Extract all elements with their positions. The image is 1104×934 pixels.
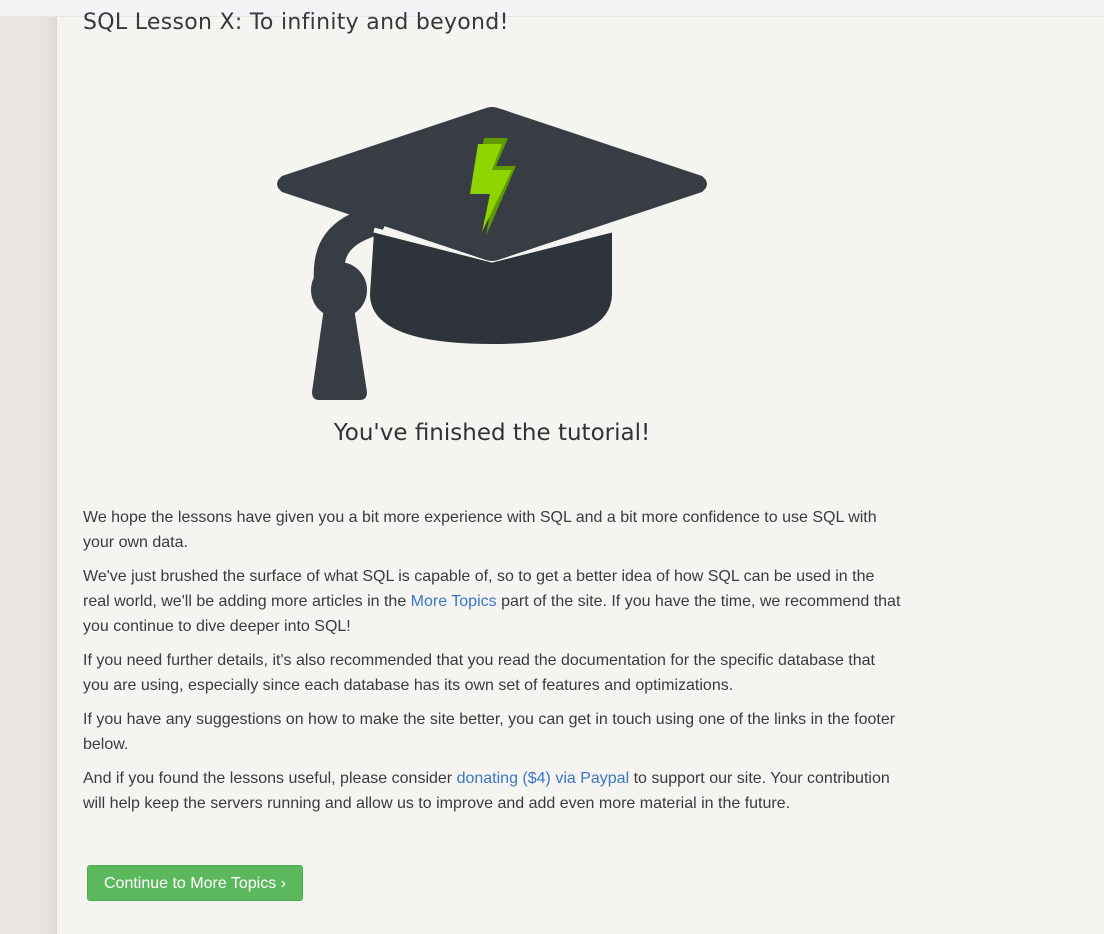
paragraph-5-text-a: And if you found the lessons useful, ple… — [83, 770, 457, 787]
lesson-title: SQL Lesson X: To infinity and beyond! — [83, 10, 509, 35]
paragraph-2: We've just brushed the surface of what S… — [83, 564, 903, 639]
continue-to-more-topics-button[interactable]: Continue to More Topics › — [87, 865, 303, 901]
finished-heading: You've finished the tutorial! — [333, 420, 651, 446]
paragraph-3: If you need further details, it's also r… — [83, 652, 875, 694]
paragraph-1: We hope the lessons have given you a bit… — [83, 509, 877, 551]
left-sidebar — [0, 17, 57, 934]
paragraph-5: And if you found the lessons useful, ple… — [83, 766, 903, 816]
graduation-cap-icon — [277, 107, 707, 400]
paragraph-4: If you have any suggestions on how to ma… — [83, 711, 896, 753]
lesson-body: We hope the lessons have given you a bit… — [83, 505, 903, 825]
donate-paypal-link[interactable]: donating ($4) via Paypal — [457, 770, 630, 787]
more-topics-link[interactable]: More Topics — [411, 593, 497, 610]
